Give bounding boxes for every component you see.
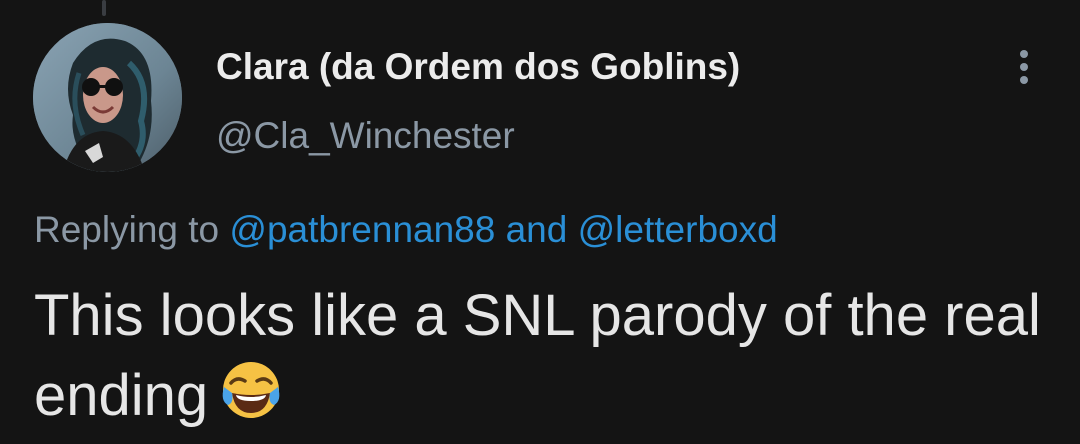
mention-link-letterboxd[interactable]: @letterboxd: [578, 209, 778, 250]
more-options-button[interactable]: [1004, 44, 1044, 90]
user-handle[interactable]: @Cla_Winchester: [216, 113, 740, 159]
replying-to-conjunction: and: [505, 209, 568, 250]
tweet-body: This looks like a SNL parody of the real…: [34, 276, 1044, 436]
display-name[interactable]: Clara (da Ordem dos Goblins): [216, 44, 740, 90]
face-with-tears-of-joy-icon: [218, 357, 284, 423]
user-avatar-image: [33, 23, 182, 172]
mention-link-patbrennan88[interactable]: @patbrennan88: [229, 209, 495, 250]
thread-connector-line: [102, 0, 106, 16]
tweet-header: Clara (da Ordem dos Goblins) @Cla_Winche…: [216, 44, 740, 159]
avatar[interactable]: [33, 23, 182, 172]
tweet-text: This looks like a SNL parody of the real…: [34, 283, 1041, 428]
replying-to-line: Replying to @patbrennan88 and @letterbox…: [34, 206, 778, 254]
replying-to-label: Replying to: [34, 209, 220, 250]
